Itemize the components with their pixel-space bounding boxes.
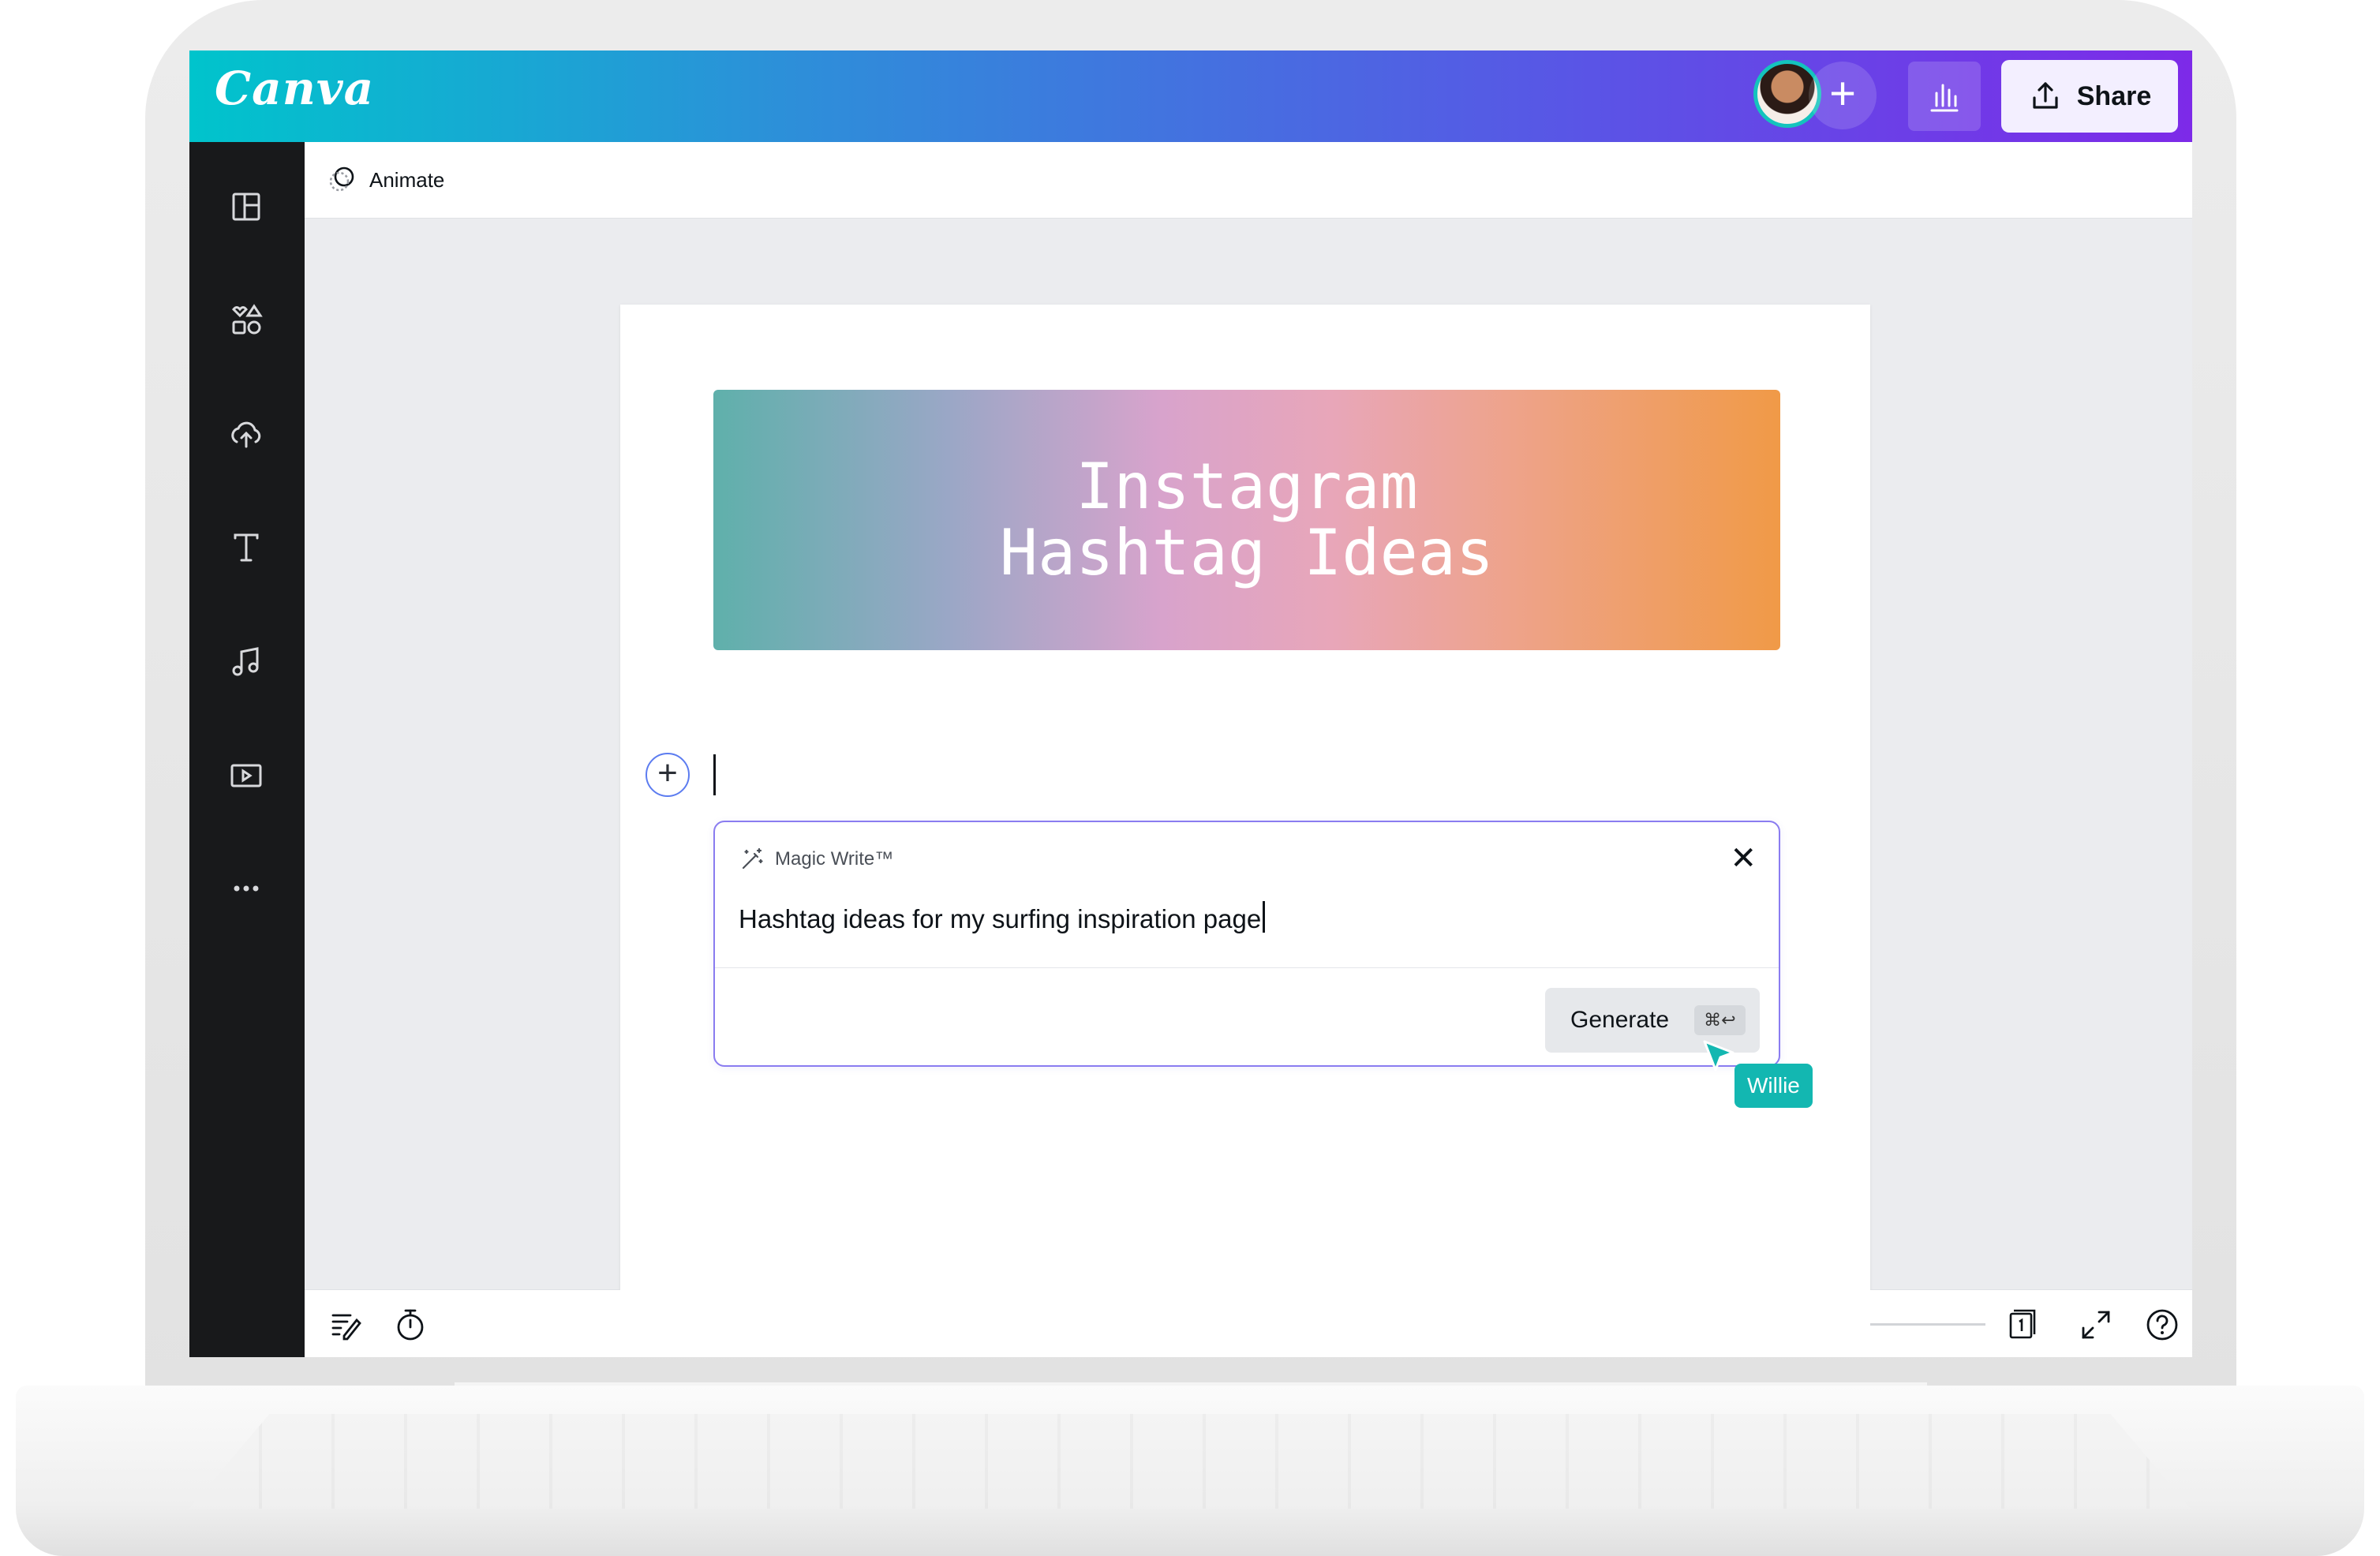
plus-icon: + [657,754,678,792]
banner-title-line-1: Instagram [1076,450,1418,523]
bottom-bar-left [305,1289,620,1357]
collaborator-cursor-icon [1703,1040,1734,1072]
animate-icon [329,166,354,192]
side-rail [189,142,305,1357]
close-icon[interactable]: ✕ [1730,841,1757,876]
canva-logo[interactable]: Canva [215,62,374,115]
app-screen: Canva + Share Animate Instagram Hashtag … [189,50,2192,1357]
editor-toolbar: Animate [305,142,2192,219]
elements-icon[interactable] [224,298,268,342]
more-icon[interactable] [224,866,268,911]
add-element-button[interactable]: + [646,753,690,797]
timer-icon[interactable] [391,1306,429,1344]
hashtag-banner[interactable]: Instagram Hashtag Ideas [713,390,1780,650]
share-label: Share [2076,80,2152,111]
bottom-bar-right [1870,1289,2192,1357]
layout-icon[interactable] [224,185,268,229]
fullscreen-icon[interactable] [2077,1306,2115,1344]
plus-icon: + [1829,68,1856,119]
magic-write-input-value: Hashtag ideas for my surfing inspiration… [739,904,1262,933]
page-number-icon[interactable] [2003,1306,2041,1344]
video-icon[interactable] [224,753,268,797]
magic-wand-icon [742,847,763,870]
help-icon[interactable] [2143,1306,2181,1344]
keyboard-shortcut: ⌘↩ [1694,1005,1746,1035]
notes-icon[interactable] [327,1306,365,1344]
text-icon[interactable] [224,526,268,570]
upload-cloud-icon[interactable] [224,412,268,456]
collaborator-label: Willie [1734,1064,1813,1108]
magic-write-panel: Magic Write™ ✕ Hashtag ideas for my surf… [713,821,1780,1067]
bar-chart-icon [1930,84,1959,112]
panel-divider [715,967,1779,968]
generate-label: Generate [1570,1007,1670,1033]
laptop-keyboard [189,1414,2191,1509]
animate-button[interactable]: Animate [327,164,444,196]
magic-write-header: Magic Write™ [739,846,893,873]
input-cursor [1263,901,1266,933]
music-icon[interactable] [224,639,268,683]
banner-title-line-2: Hashtag Ideas [999,516,1495,589]
insights-button[interactable] [1908,62,1981,131]
animate-label: Animate [369,167,445,192]
share-button[interactable]: Share [2001,60,2178,133]
upload-icon [2033,82,2058,109]
zoom-slider[interactable] [1870,1323,1985,1326]
magic-write-title: Magic Write™ [775,848,894,870]
text-caret [713,754,716,795]
magic-write-input[interactable]: Hashtag ideas for my surfing inspiration… [739,901,1266,934]
design-page[interactable]: Instagram Hashtag Ideas + Magic Write™ ✕… [620,305,1870,1357]
top-bar: Canva + Share [189,50,2192,142]
add-collaborator-button[interactable]: + [1809,62,1877,129]
